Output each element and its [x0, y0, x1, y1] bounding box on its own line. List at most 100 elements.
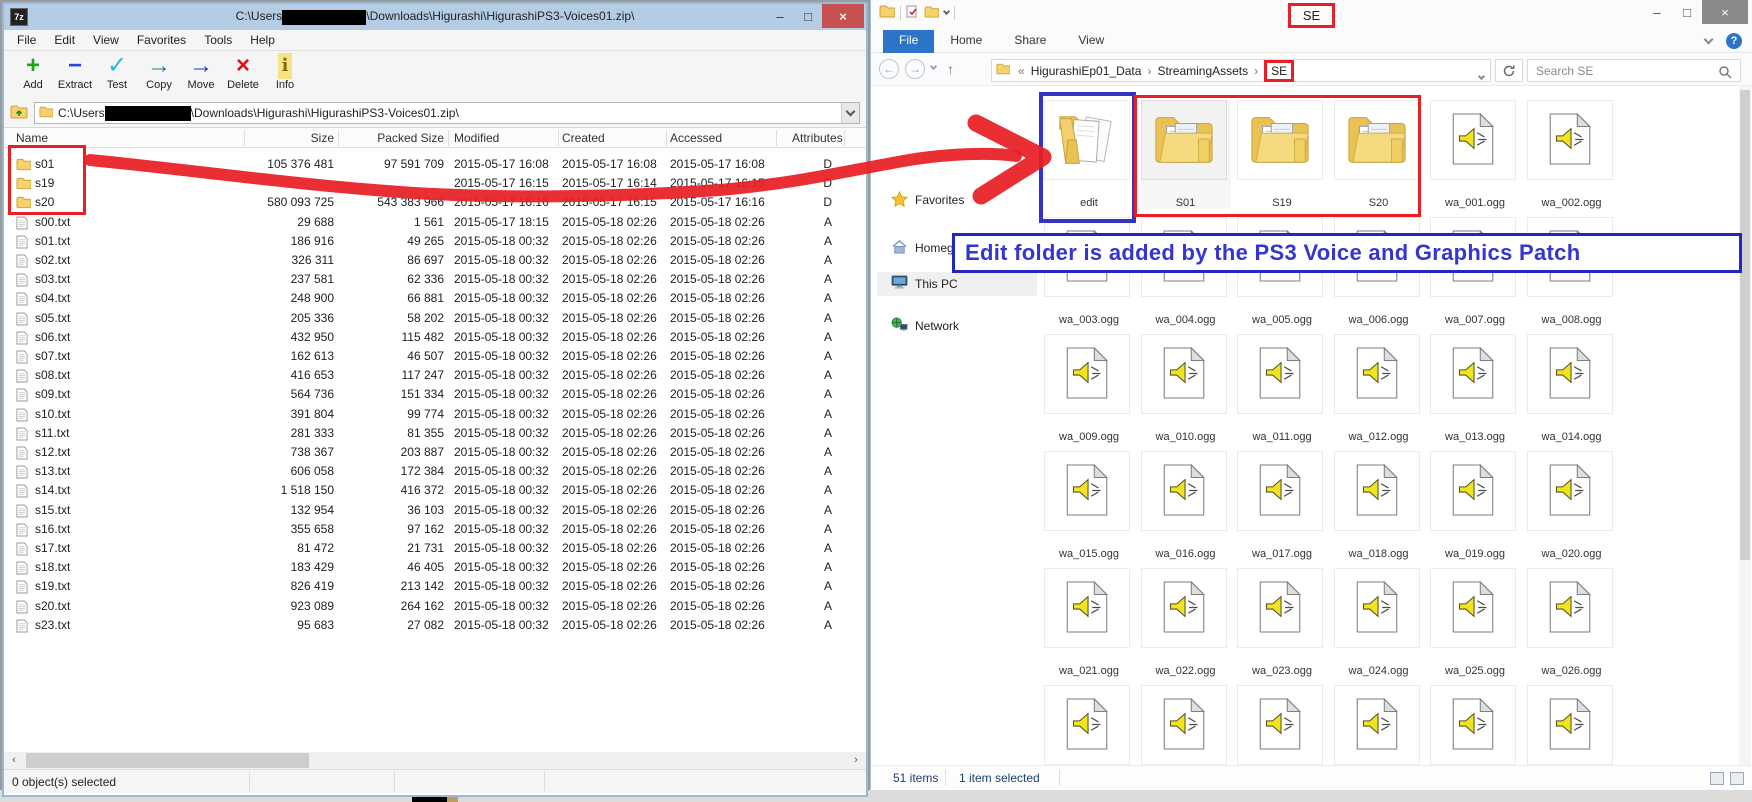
menu-favorites[interactable]: Favorites	[128, 33, 195, 47]
breadcrumb-separator-icon[interactable]: ›	[1250, 64, 1262, 78]
info-button[interactable]: iInfo	[264, 53, 306, 91]
forward-button[interactable]: →	[905, 59, 925, 79]
scrollbar-thumb[interactable]	[26, 753, 309, 768]
grid-item-wa_019.ogg[interactable]: wa_019.ogg	[1430, 451, 1520, 560]
search-input[interactable]: Search SE	[1527, 59, 1741, 82]
tab-view[interactable]: View	[1062, 30, 1120, 53]
grid-item-wa_002.ogg[interactable]: wa_002.ogg	[1527, 100, 1617, 209]
grid-item-wa_011.ogg[interactable]: wa_011.ogg	[1237, 334, 1327, 443]
minimize-button[interactable]: –	[766, 4, 794, 28]
grid-item-wa_024.ogg[interactable]: wa_024.ogg	[1334, 568, 1424, 677]
table-row[interactable]: s15.txt132 95436 1032015-05-18 00:322015…	[4, 501, 866, 520]
breadcrumb-higurashiep01_data[interactable]: HigurashiEp01_Data	[1029, 64, 1144, 78]
grid-item-wa_004.ogg[interactable]: wa_004.ogg	[1141, 217, 1231, 326]
delete-button[interactable]: ×Delete	[222, 53, 264, 91]
scrollbar-thumb[interactable]	[1740, 90, 1750, 560]
tab-file[interactable]: File	[883, 30, 934, 53]
grid-item-wa_016.ogg[interactable]: wa_016.ogg	[1141, 451, 1231, 560]
minimize-button[interactable]: –	[1642, 0, 1672, 24]
qat-customize-icon[interactable]	[943, 8, 950, 15]
breadcrumb-se[interactable]: SE	[1264, 60, 1294, 82]
menu-help[interactable]: Help	[241, 33, 284, 47]
grid-item-wa_020.ogg[interactable]: wa_020.ogg	[1527, 451, 1617, 560]
back-button[interactable]: ←	[879, 59, 899, 79]
test-button[interactable]: ✓Test	[96, 53, 138, 91]
grid-item-wa_021.ogg[interactable]: wa_021.ogg	[1044, 568, 1134, 677]
grid-item[interactable]	[1334, 685, 1424, 765]
menu-file[interactable]: File	[8, 33, 45, 47]
sevenzip-column-headers[interactable]: NameSizePacked SizeModifiedCreatedAccess…	[4, 128, 866, 148]
table-row[interactable]: s13.txt606 058172 3842015-05-18 00:32201…	[4, 462, 866, 481]
grid-item-wa_015.ogg[interactable]: wa_015.ogg	[1044, 451, 1134, 560]
column-header-attributes[interactable]: Attributes	[792, 131, 840, 145]
copy-button[interactable]: →Copy	[138, 53, 180, 91]
address-dropdown-icon[interactable]	[1478, 73, 1485, 80]
sidebar-item-this-pc[interactable]: This PC	[877, 272, 1037, 296]
grid-item-wa_018.ogg[interactable]: wa_018.ogg	[1334, 451, 1424, 560]
table-row[interactable]: s00.txt29 6881 5612015-05-17 18:152015-0…	[4, 213, 866, 232]
grid-item-wa_013.ogg[interactable]: wa_013.ogg	[1430, 334, 1520, 443]
grid-item[interactable]	[1044, 685, 1134, 765]
maximize-button[interactable]: □	[794, 4, 822, 28]
table-row[interactable]: s07.txt162 61346 5072015-05-18 00:322015…	[4, 347, 866, 366]
table-row[interactable]: s19.txt826 419213 1422015-05-18 00:32201…	[4, 577, 866, 596]
horizontal-scrollbar[interactable]: ‹ ›	[4, 752, 866, 769]
grid-item-wa_023.ogg[interactable]: wa_023.ogg	[1237, 568, 1327, 677]
grid-item-wa_003.ogg[interactable]: wa_003.ogg	[1044, 217, 1134, 326]
column-header-packed-size[interactable]: Packed Size	[254, 131, 444, 145]
address-bar[interactable]: « HigurashiEp01_Data›StreamingAssets›SE	[991, 59, 1491, 82]
icons-view-toggle[interactable]	[1730, 772, 1744, 785]
grid-item-wa_010.ogg[interactable]: wa_010.ogg	[1141, 334, 1231, 443]
table-row[interactable]: s02.txt326 31186 6972015-05-18 00:322015…	[4, 251, 866, 270]
vertical-scrollbar[interactable]	[1739, 86, 1751, 765]
address-dropdown-button[interactable]	[841, 103, 859, 123]
table-row[interactable]: s17.txt81 47221 7312015-05-18 00:322015-…	[4, 539, 866, 558]
table-row[interactable]: s06.txt432 950115 4822015-05-18 00:32201…	[4, 328, 866, 347]
grid-item-wa_009.ogg[interactable]: wa_009.ogg	[1044, 334, 1134, 443]
table-row[interactable]: s20.txt923 089264 1622015-05-18 00:32201…	[4, 597, 866, 616]
maximize-button[interactable]: □	[1672, 0, 1702, 24]
move-button[interactable]: →Move	[180, 53, 222, 91]
table-row[interactable]: s09.txt564 736151 3342015-05-18 00:32201…	[4, 385, 866, 404]
menu-edit[interactable]: Edit	[45, 33, 84, 47]
tab-share[interactable]: Share	[998, 30, 1062, 53]
grid-item-S20[interactable]: S20	[1334, 100, 1424, 209]
grid-item-wa_008.ogg[interactable]: wa_008.ogg	[1527, 217, 1617, 326]
sevenzip-titlebar[interactable]: 7z C:\Users\Downloads\Higurashi\Higurash…	[4, 4, 866, 30]
sidebar-item-favorites[interactable]: Favorites	[877, 188, 1037, 212]
qat-new-folder-icon[interactable]	[924, 6, 939, 21]
menu-view[interactable]: View	[84, 33, 128, 47]
table-row[interactable]: s192015-05-17 16:152015-05-17 16:142015-…	[4, 174, 866, 193]
recent-locations-icon[interactable]	[930, 63, 937, 70]
table-row[interactable]: s03.txt237 58162 3362015-05-18 00:322015…	[4, 270, 866, 289]
details-view-toggle[interactable]	[1710, 772, 1724, 785]
table-row[interactable]: s08.txt416 653117 2472015-05-18 00:32201…	[4, 366, 866, 385]
sevenzip-address-combo[interactable]: C:\Users\Downloads\Higurashi\HigurashiPS…	[34, 102, 860, 124]
table-row[interactable]: s23.txt95 68327 0822015-05-18 00:322015-…	[4, 616, 866, 635]
table-row[interactable]: s18.txt183 42946 4052015-05-18 00:322015…	[4, 558, 866, 577]
tab-home[interactable]: Home	[934, 30, 998, 53]
table-row[interactable]: s14.txt1 518 150416 3722015-05-18 00:322…	[4, 481, 866, 500]
grid-item-wa_005.ogg[interactable]: wa_005.ogg	[1237, 217, 1327, 326]
grid-item-wa_007.ogg[interactable]: wa_007.ogg	[1430, 217, 1520, 326]
grid-item[interactable]	[1430, 685, 1520, 765]
grid-item-wa_022.ogg[interactable]: wa_022.ogg	[1141, 568, 1231, 677]
up-button[interactable]: ↑	[947, 61, 954, 77]
column-header-accessed[interactable]: Accessed	[670, 131, 722, 145]
extract-button[interactable]: −Extract	[54, 53, 96, 91]
breadcrumb-separator-icon[interactable]: ›	[1143, 64, 1155, 78]
table-row[interactable]: s16.txt355 65897 1622015-05-18 00:322015…	[4, 520, 866, 539]
sidebar-item-network[interactable]: Network	[877, 314, 1037, 338]
table-row[interactable]: s04.txt248 90066 8812015-05-18 00:322015…	[4, 289, 866, 308]
table-row[interactable]: s10.txt391 80499 7742015-05-18 00:322015…	[4, 405, 866, 424]
grid-item-wa_014.ogg[interactable]: wa_014.ogg	[1527, 334, 1617, 443]
grid-item-wa_001.ogg[interactable]: wa_001.ogg	[1430, 100, 1520, 209]
column-header-created[interactable]: Created	[562, 131, 605, 145]
add-button[interactable]: +Add	[12, 53, 54, 91]
qat-properties-icon[interactable]	[906, 5, 919, 21]
column-header-name[interactable]: Name	[16, 131, 48, 145]
table-row[interactable]: s01.txt186 91649 2652015-05-18 00:322015…	[4, 232, 866, 251]
grid-item-wa_026.ogg[interactable]: wa_026.ogg	[1527, 568, 1617, 677]
grid-item-wa_012.ogg[interactable]: wa_012.ogg	[1334, 334, 1424, 443]
grid-item-wa_017.ogg[interactable]: wa_017.ogg	[1237, 451, 1327, 560]
